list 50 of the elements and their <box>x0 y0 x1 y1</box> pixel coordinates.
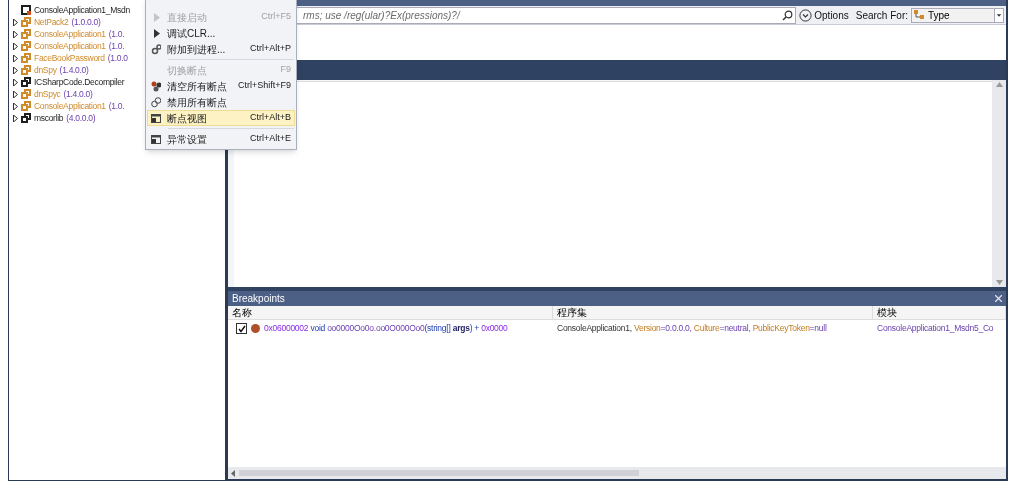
expand-icon[interactable] <box>13 30 18 38</box>
column-header[interactable]: 名称 <box>228 306 553 319</box>
tree-item-name: ICSharpCode.Decompiler <box>34 75 125 89</box>
expand-icon[interactable] <box>13 90 18 98</box>
search-for-dropdown[interactable]: Type <box>911 7 1004 23</box>
scrollbar-thumb[interactable] <box>239 470 639 476</box>
assembly-name: ConsoleApplication1, Version=0.0.0.0, Culture=neutral, PublicKeyToken=null <box>557 322 828 335</box>
tree-item-name: dnSpyc <box>34 87 61 101</box>
expand-icon[interactable] <box>13 66 18 74</box>
horizontal-scrollbar[interactable] <box>228 467 1006 479</box>
expand-icon[interactable] <box>13 18 18 26</box>
expand-icon[interactable] <box>13 102 18 110</box>
breakpoints-title: Breakpoints <box>232 292 285 306</box>
search-icon[interactable] <box>782 9 794 21</box>
close-icon[interactable] <box>995 295 1002 302</box>
window-icon <box>151 133 161 145</box>
play-icon <box>151 27 161 39</box>
module-name: ConsoleApplication1_Msdn5_Co <box>876 322 995 335</box>
tree-item-name: dnSpy <box>34 63 57 77</box>
menu-item[interactable]: 断点视图 Ctrl+Alt+B <box>147 110 295 126</box>
breakpoints-icon <box>151 80 161 92</box>
gears-icon <box>151 43 161 55</box>
breakpoint-name: 0x06000002 void oo0000Oo0o.oo0O000Oo0(string[] args) + 0x0000 <box>264 322 508 335</box>
window-icon <box>151 112 161 124</box>
tree-item-name: ConsoleApplication1 <box>34 39 106 53</box>
menu-item[interactable]: 异常设置 Ctrl+Alt+E <box>147 131 295 147</box>
tree-item-name: ConsoleApplication1 <box>34 99 106 113</box>
tree-item-name: FaceBookPassword <box>34 51 105 65</box>
tree-item-name: NetPack2 <box>34 15 69 29</box>
type-icon <box>914 10 925 20</box>
checkbox[interactable] <box>236 323 247 334</box>
expand-icon[interactable] <box>13 78 18 86</box>
tree-item-name: ConsoleApplication1 <box>34 27 106 41</box>
column-header[interactable]: 模块 <box>873 306 1006 319</box>
expand-icon[interactable] <box>13 54 18 62</box>
menu-item[interactable]: 附加到进程... Ctrl+Alt+P <box>147 41 295 57</box>
rings-icon <box>151 96 161 108</box>
tree-item-name: ConsoleApplication1_Msdn <box>34 3 130 17</box>
expand-icon[interactable] <box>13 42 18 50</box>
expand-icon[interactable] <box>13 114 18 122</box>
chevron-down-icon <box>799 8 813 22</box>
menu-item[interactable]: 禁用所有断点 <box>147 94 295 110</box>
options-button[interactable]: Options <box>799 7 849 23</box>
menu-item[interactable]: 清空所有断点 Ctrl+Shift+F9 <box>147 78 295 94</box>
scroll-left-icon[interactable] <box>231 469 235 477</box>
menu-item[interactable]: 调试CLR... <box>147 25 295 41</box>
column-header[interactable]: 程序集 <box>553 306 873 319</box>
search-for-label: Search For: <box>855 8 908 23</box>
tree-item-name: mscorlib <box>34 111 64 125</box>
play-icon <box>151 11 161 23</box>
